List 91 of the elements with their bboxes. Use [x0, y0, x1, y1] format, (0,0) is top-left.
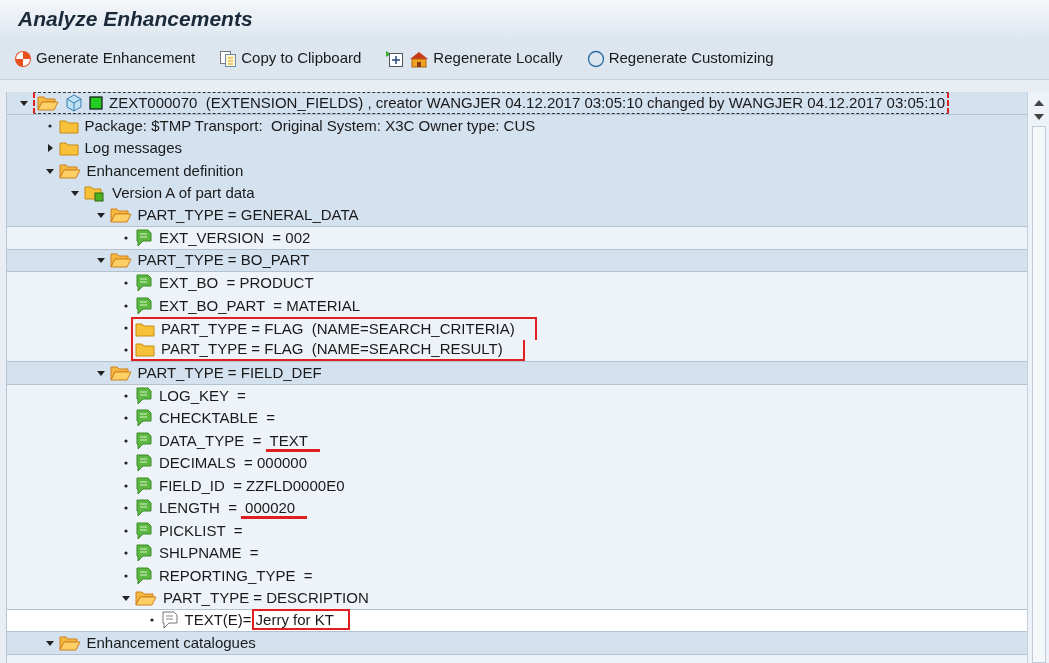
node-label: PART_TYPE = DESCRIPTION [163, 587, 369, 608]
open-folder-icon [135, 589, 157, 606]
toolbar-button[interactable]: Generate Enhancement [14, 47, 196, 70]
bullet-icon [124, 483, 128, 488]
node-label: REPORTING_TYPE = [159, 565, 313, 586]
tree-row[interactable]: EXT_VERSION = 002 [7, 227, 1027, 250]
tree-row[interactable]: Log messages [7, 137, 1027, 160]
node-label: Enhancement catalogues [86, 632, 256, 653]
open-folder-icon [58, 162, 81, 179]
note-icon [135, 431, 153, 450]
status-square-icon [89, 95, 103, 110]
folder-icon [58, 117, 79, 134]
add-document-icon [385, 49, 406, 68]
bullet-icon [149, 618, 154, 623]
node-label: CHECKTABLE = [159, 408, 275, 428]
note-icon [135, 476, 153, 495]
toolbar-button[interactable]: Regenerate Locally [409, 47, 563, 70]
bullet-icon [124, 393, 128, 398]
house-icon [409, 49, 430, 68]
note-icon [135, 454, 153, 473]
circle-icon [586, 49, 605, 68]
node-label: Package: $TMP Transport: Original System: X3C Owner type: CUS [84, 115, 536, 136]
node-label: TEXT(E)= Jerry for KT [184, 609, 350, 632]
node-label: Version A of part data [112, 183, 255, 203]
bullet-icon [124, 506, 128, 511]
node-label: Enhancement definition [86, 160, 244, 181]
scroll-down-icon[interactable] [1032, 112, 1045, 122]
toolbar-icon-button[interactable] [385, 49, 406, 68]
note-icon [135, 566, 153, 585]
node-label: EXT_VERSION = 002 [159, 227, 311, 248]
toolbar-button[interactable]: Copy to Clipboard [219, 47, 362, 70]
bullet-icon [124, 551, 128, 556]
node-label: FIELD_ID = ZZFLD0000E0 [159, 475, 345, 496]
node-label: SHLPNAME = [159, 543, 259, 563]
note-icon [135, 228, 153, 247]
bullet-icon [124, 281, 128, 286]
tree-row[interactable]: PART_TYPE = BO_PART [7, 249, 1027, 272]
tree-row[interactable]: PART_TYPE = FLAG (NAME=SEARCH_RESULT) [7, 339, 1027, 362]
scroll-thumb[interactable] [1031, 126, 1046, 663]
note-icon [135, 296, 153, 315]
tree-row[interactable]: PART_TYPE = GENERAL_DATA [7, 204, 1027, 227]
node-label: PART_TYPE = GENERAL_DATA [137, 205, 359, 225]
tree-row[interactable]: Enhancement definition [7, 159, 1027, 182]
bullet-icon [47, 123, 52, 128]
node-label: PART_TYPE = FLAG (NAME=SEARCH_RESULT) [161, 339, 503, 359]
bullet-icon [124, 573, 128, 578]
bullet-icon [124, 326, 128, 331]
node-label: EXT_BO_PART = MATERIAL [159, 295, 361, 316]
copy-icon [219, 49, 238, 68]
open-folder-icon [109, 207, 132, 224]
open-folder-icon [109, 364, 132, 381]
document-note-icon [160, 611, 179, 630]
note-icon [135, 499, 153, 518]
folder-with-square-icon [84, 184, 106, 202]
tree-row[interactable]: Enhancement catalogues [7, 632, 1027, 655]
note-icon [135, 544, 153, 563]
open-folder-icon [37, 94, 59, 111]
tree-row[interactable]: Package: $TMP Transport: Original System: X3C Owner type: CUS [7, 114, 1027, 137]
open-folder-icon [58, 634, 81, 651]
note-icon [135, 521, 153, 540]
cube-icon [65, 93, 83, 112]
bullet-icon [124, 303, 128, 308]
bullet-icon [124, 416, 128, 421]
window-title: Analyze Enhancements [18, 6, 253, 33]
node-label: PART_TYPE = FLAG (NAME=SEARCH_CRITERIA) [161, 319, 515, 339]
bullet-icon [124, 348, 128, 353]
node-label: Log messages [84, 138, 183, 158]
generate-icon [14, 49, 32, 68]
scrollbar[interactable] [1027, 92, 1049, 663]
scroll-up-icon[interactable] [1032, 98, 1045, 108]
note-icon [135, 274, 153, 293]
node-label: ZEXT000070 (EXTENSION_FIELDS) , creator WANGJER 04.12.2017 03:05:10 changed by WANGJER 04.12.2017 03:05:10 [109, 92, 945, 113]
node-label: LOG_KEY = [159, 385, 246, 406]
open-folder-icon [109, 252, 132, 269]
bullet-icon [124, 461, 128, 466]
toolbar-button[interactable]: Regenerate Customizing [586, 47, 774, 70]
node-label: DECIMALS = 000000 [159, 453, 307, 473]
bullet-icon [124, 235, 128, 240]
bullet-icon [124, 528, 128, 533]
node-label: PART_TYPE = BO_PART [137, 250, 310, 270]
tree-row[interactable]: TEXT(E)= Jerry for KT [7, 609, 1027, 632]
tree-row[interactable]: Version A of part data [7, 182, 1027, 205]
note-icon [135, 409, 153, 428]
tree-row[interactable]: ZEXT000070 (EXTENSION_FIELDS) , creator WANGJER 04.12.2017 03:05:10 changed by WANGJER 04.12.2017 03:05:10 [7, 92, 1027, 115]
bullet-icon [124, 438, 128, 443]
note-icon [135, 386, 153, 405]
tree-row[interactable]: PART_TYPE = FIELD_DEF [7, 362, 1027, 385]
node-label: EXT_BO = PRODUCT [159, 273, 314, 293]
folder-icon [58, 140, 79, 157]
node-label: PICKLIST = [159, 520, 243, 541]
node-label: PART_TYPE = FIELD_DEF [137, 362, 322, 383]
